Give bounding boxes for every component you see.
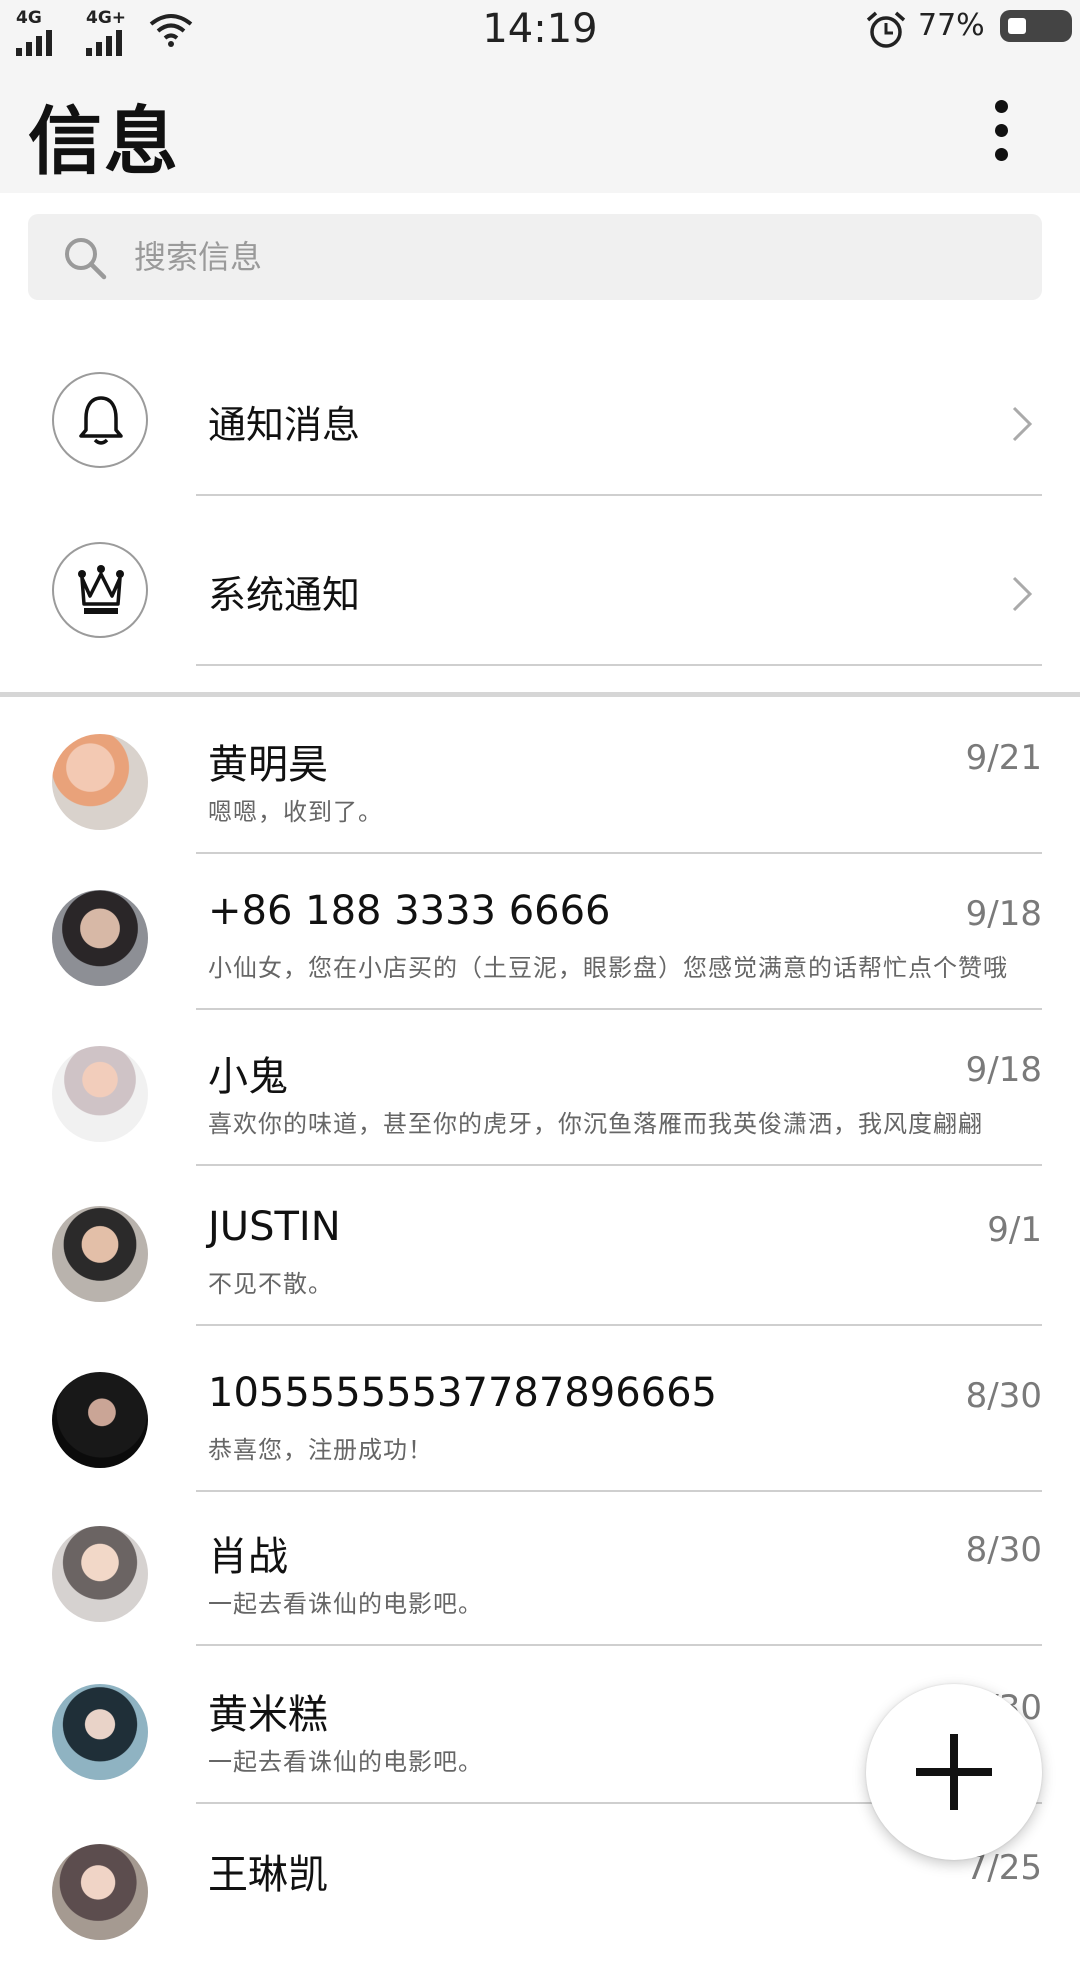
message-preview: 恭喜您，注册成功！	[208, 1436, 433, 1464]
search-icon	[65, 238, 107, 280]
system-notifications-item[interactable]: 系统通知	[0, 496, 1080, 666]
message-date: 8/30	[965, 1376, 1042, 1416]
crown-icon	[78, 565, 124, 614]
message-preview: 一起去看诛仙的电影吧。	[208, 1590, 483, 1618]
divider	[196, 1324, 1042, 1326]
system-notifications-label: 系统通知	[208, 573, 361, 617]
conversation-item[interactable]: 肖战 8/30 一起去看诛仙的电影吧。	[0, 1490, 1080, 1646]
conversation-item[interactable]: 黄明昊 9/21 嗯嗯，收到了。	[0, 698, 1080, 854]
avatar	[52, 1206, 148, 1302]
status-bar: 4G 4G+ 14:19 77%	[0, 0, 1080, 58]
section-divider	[0, 692, 1080, 697]
app-header: 4G 4G+ 14:19 77% 信息	[0, 0, 1080, 193]
conversation-item[interactable]: 10555555537787896665 8/30 恭喜您，注册成功！	[0, 1336, 1080, 1492]
contact-name: 10555555537787896665	[208, 1370, 717, 1416]
message-date: 9/1	[987, 1210, 1042, 1250]
message-date: 8/30	[965, 1530, 1042, 1570]
battery-icon	[1000, 10, 1072, 42]
chevron-right-icon	[1012, 406, 1033, 442]
contact-name: +86 188 3333 6666	[208, 888, 611, 934]
new-message-button[interactable]	[866, 1684, 1042, 1860]
divider	[196, 664, 1042, 666]
more-options-button[interactable]	[980, 94, 1024, 166]
conversation-item[interactable]: +86 188 3333 6666 9/18 小仙女，您在小店买的（土豆泥，眼影…	[0, 854, 1080, 1010]
contact-name: 王琳凯	[208, 1852, 328, 1898]
divider	[196, 1644, 1042, 1646]
message-date: 9/21	[965, 738, 1042, 778]
avatar	[52, 1526, 148, 1622]
contact-name: 肖战	[208, 1534, 288, 1580]
avatar	[52, 1046, 148, 1142]
alarm-icon	[866, 11, 906, 48]
avatar	[52, 734, 148, 830]
message-preview: 喜欢你的味道，甚至你的虎牙，你沉鱼落雁而我英俊潇洒，我风度翩翩	[208, 1110, 983, 1138]
conversation-item[interactable]: JUSTIN 9/1 不见不散。	[0, 1170, 1080, 1326]
bell-icon-badge	[52, 372, 148, 468]
crown-icon-badge	[52, 542, 148, 638]
message-preview: 不见不散。	[208, 1270, 333, 1298]
conversation-item[interactable]: 小鬼 9/18 喜欢你的味道，甚至你的虎牙，你沉鱼落雁而我英俊潇洒，我风度翩翩	[0, 1010, 1080, 1166]
avatar	[52, 890, 148, 986]
contact-name: 黄米糕	[208, 1692, 328, 1738]
battery-percent: 77%	[918, 8, 985, 43]
page-title: 信息	[28, 99, 180, 185]
message-date: 9/18	[965, 894, 1042, 934]
message-preview: 嗯嗯，收到了。	[208, 798, 383, 826]
notification-messages-item[interactable]: 通知消息	[0, 326, 1080, 496]
avatar	[52, 1844, 148, 1940]
divider	[196, 1164, 1042, 1166]
bell-icon	[79, 396, 123, 445]
avatar	[52, 1684, 148, 1780]
contact-name: 黄明昊	[208, 742, 328, 788]
contact-name: 小鬼	[208, 1054, 288, 1100]
notification-messages-label: 通知消息	[208, 403, 361, 447]
contact-name: JUSTIN	[208, 1204, 341, 1250]
message-preview: 小仙女，您在小店买的（土豆泥，眼影盘）您感觉满意的话帮忙点个赞哦	[208, 954, 1008, 982]
message-date: 9/18	[965, 1050, 1042, 1090]
search-bar[interactable]	[28, 214, 1042, 300]
search-input[interactable]	[132, 214, 1012, 300]
avatar	[52, 1372, 148, 1468]
chevron-right-icon	[1012, 576, 1033, 612]
